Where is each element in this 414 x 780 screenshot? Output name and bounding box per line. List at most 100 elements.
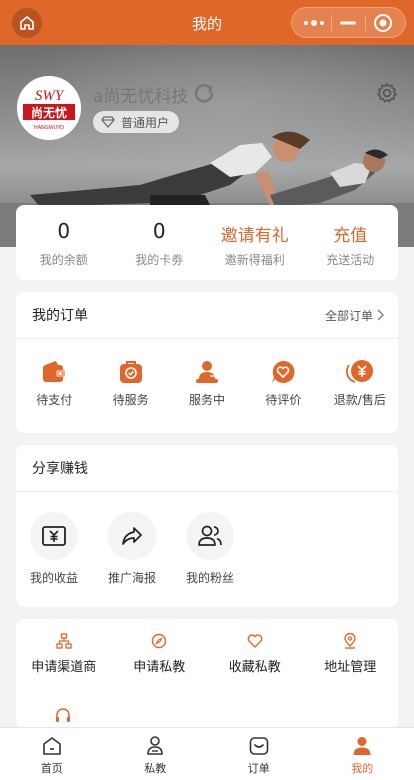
fans-icon-circle (186, 512, 234, 560)
share-header: 分享赚钱 (16, 445, 398, 492)
favorite-coaches-label: 收藏私教 (228, 660, 281, 675)
tab-mine[interactable]: 我的 (311, 728, 414, 780)
poster-icon-circle (108, 512, 156, 560)
capsule-divider (330, 14, 332, 31)
chevron-right-icon (377, 309, 384, 321)
promo-poster-label: 推广海报 (107, 571, 156, 585)
order-pending-service-label: 待服务 (112, 393, 149, 407)
close-button[interactable] (368, 9, 398, 37)
order-refund[interactable]: 退款/售后 (322, 359, 398, 408)
location-icon (344, 633, 356, 649)
promo-poster[interactable]: 推广海报 (107, 512, 157, 586)
share-earn-card: 分享赚钱 我的收益 推广海报 我的粉丝 (16, 445, 398, 607)
recharge-label: 充送活动 (326, 253, 375, 267)
svg-text:SWY: SWY (35, 88, 65, 104)
person-service-icon (196, 361, 219, 383)
member-level-label: 普通用户 (121, 115, 170, 130)
address-management[interactable]: 地址管理 (303, 633, 399, 675)
tab-private-coach-label: 私教 (144, 762, 167, 775)
balance-stat[interactable]: 0 我的余额 (16, 205, 112, 280)
tab-home[interactable]: 首页 (0, 728, 104, 780)
wallet-icon (43, 361, 66, 382)
settings-gear-icon[interactable] (376, 82, 398, 104)
coupon-label: 我的卡劵 (135, 253, 184, 267)
heart-icon (247, 634, 263, 648)
tab-home-label: 首页 (40, 762, 63, 775)
recharge-value: 充值 (333, 226, 368, 246)
apply-private-coach[interactable]: 申请私教 (112, 633, 208, 675)
diamond-icon (101, 116, 115, 128)
all-orders-label: 全部订单 (324, 308, 373, 323)
tab-orders-label: 订单 (247, 762, 270, 775)
order-pending-payment-label: 待支付 (36, 393, 73, 407)
headset-icon[interactable] (54, 707, 72, 725)
top-nav-bar: 我的 (0, 0, 414, 45)
mini-program-capsule (291, 7, 406, 38)
close-target-icon (374, 13, 393, 32)
apply-channel-partner-label: 申请渠道商 (31, 660, 97, 675)
share-title: 分享赚钱 (32, 461, 88, 477)
more-dots-icon (303, 19, 324, 26)
network-icon (56, 633, 72, 649)
share-arrow-icon (122, 527, 142, 545)
my-earnings-label: 我的收益 (29, 571, 78, 585)
member-level-badge: 普通用户 (93, 111, 180, 133)
tab-private-coach[interactable]: 私教 (104, 728, 208, 780)
apply-channel-partner[interactable]: 申请渠道商 (16, 633, 112, 675)
order-pending-review-label: 待评价 (265, 393, 302, 407)
address-management-label: 地址管理 (324, 660, 377, 675)
my-fans-label: 我的粉丝 (185, 571, 234, 585)
order-pending-payment[interactable]: 待支付 (16, 359, 92, 408)
refund-icon (345, 360, 373, 383)
order-pending-review[interactable]: 待评价 (245, 359, 321, 408)
coupon-stat[interactable]: 0 我的卡劵 (112, 205, 208, 280)
order-in-service-label: 服务中 (189, 393, 226, 407)
all-orders-link[interactable]: 全部订单 (325, 307, 384, 324)
home-icon (42, 737, 61, 755)
order-pending-service[interactable]: 待服务 (92, 359, 168, 408)
brand-logo: SWY 尚无忧 HANGWUYO (19, 78, 79, 138)
my-fans[interactable]: 我的粉丝 (185, 512, 235, 586)
recharge-stat[interactable]: 充值 充送活动 (303, 205, 399, 280)
invite-label: 邀新得福利 (224, 253, 285, 267)
my-orders-card: 我的订单 全部订单 待支付 待服务 服务中 待评价 退款/售后 (16, 292, 398, 433)
coach-icon (147, 736, 164, 755)
order-in-service[interactable]: 服务中 (169, 359, 245, 408)
minimize-button[interactable] (333, 9, 363, 37)
more-button[interactable] (299, 9, 329, 37)
tab-orders[interactable]: 订单 (207, 728, 311, 780)
heart-chat-icon (272, 360, 295, 383)
tab-mine-label: 我的 (351, 762, 374, 775)
refresh-icon[interactable] (193, 82, 215, 104)
username: a尚无忧科技 (93, 87, 189, 107)
orders-header: 我的订单 全部订单 (16, 292, 398, 339)
invite-value: 邀请有礼 (220, 226, 289, 246)
coupon-value: 0 (152, 219, 166, 243)
svg-text:HANGWUYO: HANGWUYO (34, 125, 64, 131)
services-row: 申请渠道商 申请私教 收藏私教 地址管理 (16, 619, 398, 675)
bag-check-icon (119, 361, 142, 383)
favorite-coaches[interactable]: 收藏私教 (207, 633, 303, 675)
balance-value: 0 (57, 219, 71, 243)
apply-private-coach-label: 申请私教 (133, 660, 186, 675)
balance-label: 我的余额 (39, 253, 88, 267)
services-card: 申请渠道商 申请私教 收藏私教 地址管理 (16, 619, 398, 729)
bottom-tab-bar: 首页 私教 订单 我的 (0, 727, 414, 780)
order-icon (249, 737, 269, 755)
users-icon (198, 525, 222, 546)
orders-title: 我的订单 (32, 308, 88, 324)
share-items-row: 我的收益 推广海报 我的粉丝 (16, 492, 398, 586)
user-icon (353, 737, 371, 755)
minimize-icon (340, 21, 357, 24)
earnings-icon-circle (30, 512, 78, 560)
avatar[interactable]: SWY 尚无忧 HANGWUYO (17, 76, 81, 140)
invite-stat[interactable]: 邀请有礼 邀新得福利 (207, 205, 303, 280)
account-stats-card: 0 我的余额 0 我的卡劵 邀请有礼 邀新得福利 充值 充送活动 (16, 205, 398, 280)
compass-icon (152, 633, 167, 649)
yen-card-icon (42, 526, 66, 546)
order-refund-label: 退款/售后 (333, 393, 386, 407)
capsule-divider (365, 14, 367, 31)
svg-text:尚无忧: 尚无忧 (31, 105, 67, 120)
order-status-row: 待支付 待服务 服务中 待评价 退款/售后 (16, 339, 398, 408)
my-earnings[interactable]: 我的收益 (29, 512, 79, 586)
